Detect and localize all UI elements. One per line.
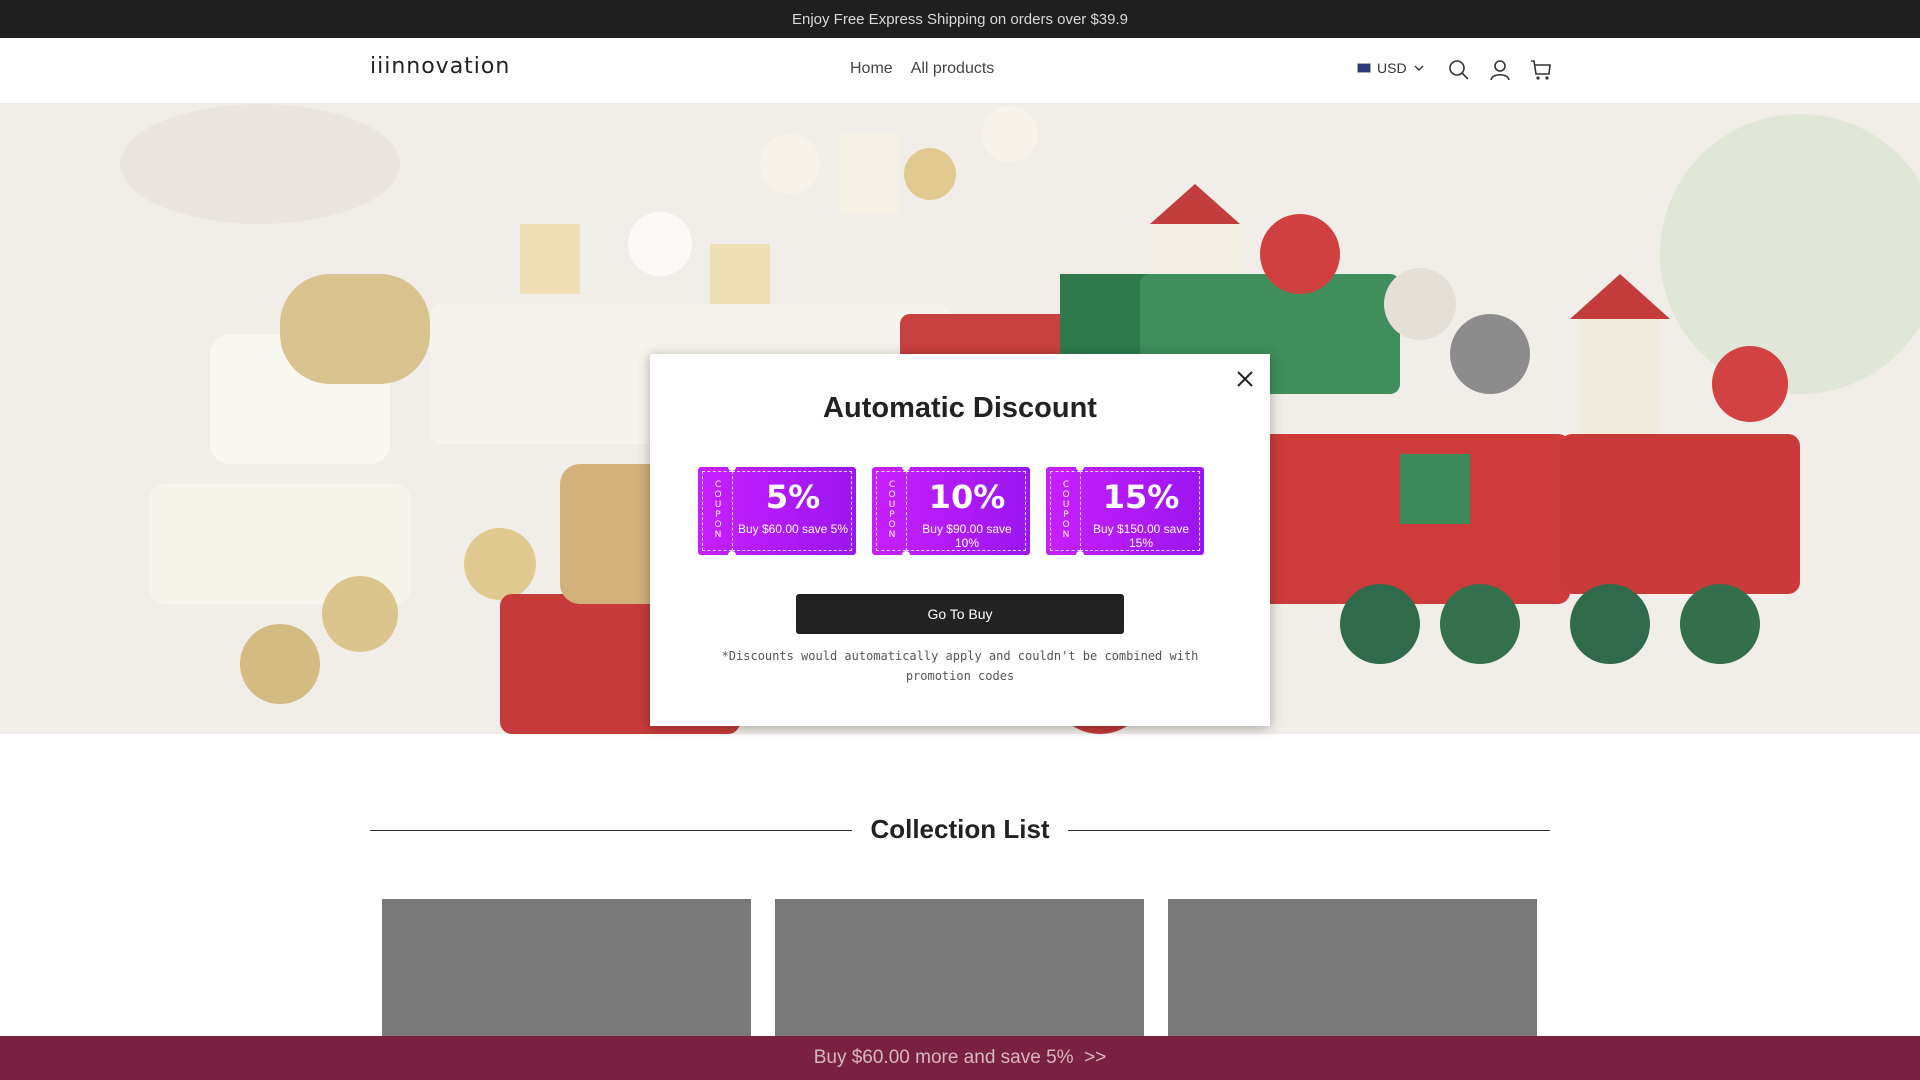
coupon-main: 10% Buy $90.00 save 10% bbox=[906, 471, 1026, 551]
coupon-notch bbox=[1076, 463, 1084, 471]
coupon-description: Buy $90.00 save 10% bbox=[922, 522, 1012, 550]
account-icon[interactable] bbox=[1488, 58, 1512, 82]
coupon-notch bbox=[902, 551, 910, 559]
coupon-notch bbox=[902, 463, 910, 471]
coupon-side-label: COUPON bbox=[888, 480, 896, 540]
discount-progress-bar[interactable]: Buy $60.00 more and save 5% >> bbox=[0, 1036, 1920, 1080]
coupon-description: Buy $60.00 save 5% bbox=[737, 522, 849, 536]
coupon-side: COUPON bbox=[702, 471, 732, 551]
logo[interactable]: iiinnovation bbox=[370, 54, 510, 79]
coupon-main: 15% Buy $150.00 save 15% bbox=[1080, 471, 1200, 551]
coupon-percent: 15% bbox=[1102, 478, 1180, 516]
coupon-percent: 10% bbox=[928, 478, 1006, 516]
currency-selector[interactable]: USD bbox=[1357, 60, 1425, 76]
coupon-notch bbox=[728, 551, 736, 559]
discount-modal: Automatic Discount COUPON 5% Buy $60.00 … bbox=[650, 354, 1270, 726]
collection-title: Collection List bbox=[852, 814, 1068, 844]
main-nav: Home All products bbox=[850, 60, 994, 78]
nav-item-all-products[interactable]: All products bbox=[911, 60, 995, 78]
coupon-notch bbox=[728, 463, 736, 471]
go-to-buy-button[interactable]: Go To Buy bbox=[796, 594, 1124, 634]
modal-title: Automatic Discount bbox=[823, 392, 1097, 424]
discount-note: *Discounts would automatically apply and… bbox=[721, 649, 1199, 683]
currency-label: USD bbox=[1377, 60, 1407, 76]
coupon-side: COUPON bbox=[1050, 471, 1080, 551]
coupon-notch bbox=[1076, 551, 1084, 559]
coupon-side-label: COUPON bbox=[714, 480, 722, 540]
collection-card[interactable] bbox=[382, 899, 751, 1049]
cart-icon[interactable] bbox=[1529, 58, 1553, 82]
coupon-main: 5% Buy $60.00 save 5% bbox=[732, 471, 852, 551]
coupon-side-label: COUPON bbox=[1062, 480, 1070, 540]
nav-item-home[interactable]: Home bbox=[850, 60, 893, 78]
announcement-text: Enjoy Free Express Shipping on orders ov… bbox=[791, 10, 1129, 28]
close-icon[interactable] bbox=[1232, 366, 1258, 392]
coupon-percent: 5% bbox=[765, 478, 821, 516]
discount-progress-text: Buy $60.00 more and save 5% >> bbox=[813, 1047, 1107, 1068]
announcement-bar: Enjoy Free Express Shipping on orders ov… bbox=[0, 0, 1920, 38]
coupon-card: COUPON 15% Buy $150.00 save 15% bbox=[1046, 463, 1204, 559]
chevron-down-icon bbox=[1414, 65, 1424, 71]
flag-icon bbox=[1357, 63, 1371, 73]
coupon-side: COUPON bbox=[876, 471, 906, 551]
collection-card[interactable] bbox=[775, 899, 1144, 1049]
search-icon[interactable] bbox=[1447, 58, 1471, 82]
coupon-card: COUPON 5% Buy $60.00 save 5% bbox=[698, 463, 856, 559]
coupon-card: COUPON 10% Buy $90.00 save 10% bbox=[872, 463, 1030, 559]
collection-title-row: Collection List bbox=[370, 810, 1550, 850]
site-header: iiinnovation Home All products USD bbox=[0, 38, 1920, 104]
collection-card[interactable] bbox=[1168, 899, 1537, 1049]
coupon-description: Buy $150.00 save 15% bbox=[1092, 522, 1190, 550]
